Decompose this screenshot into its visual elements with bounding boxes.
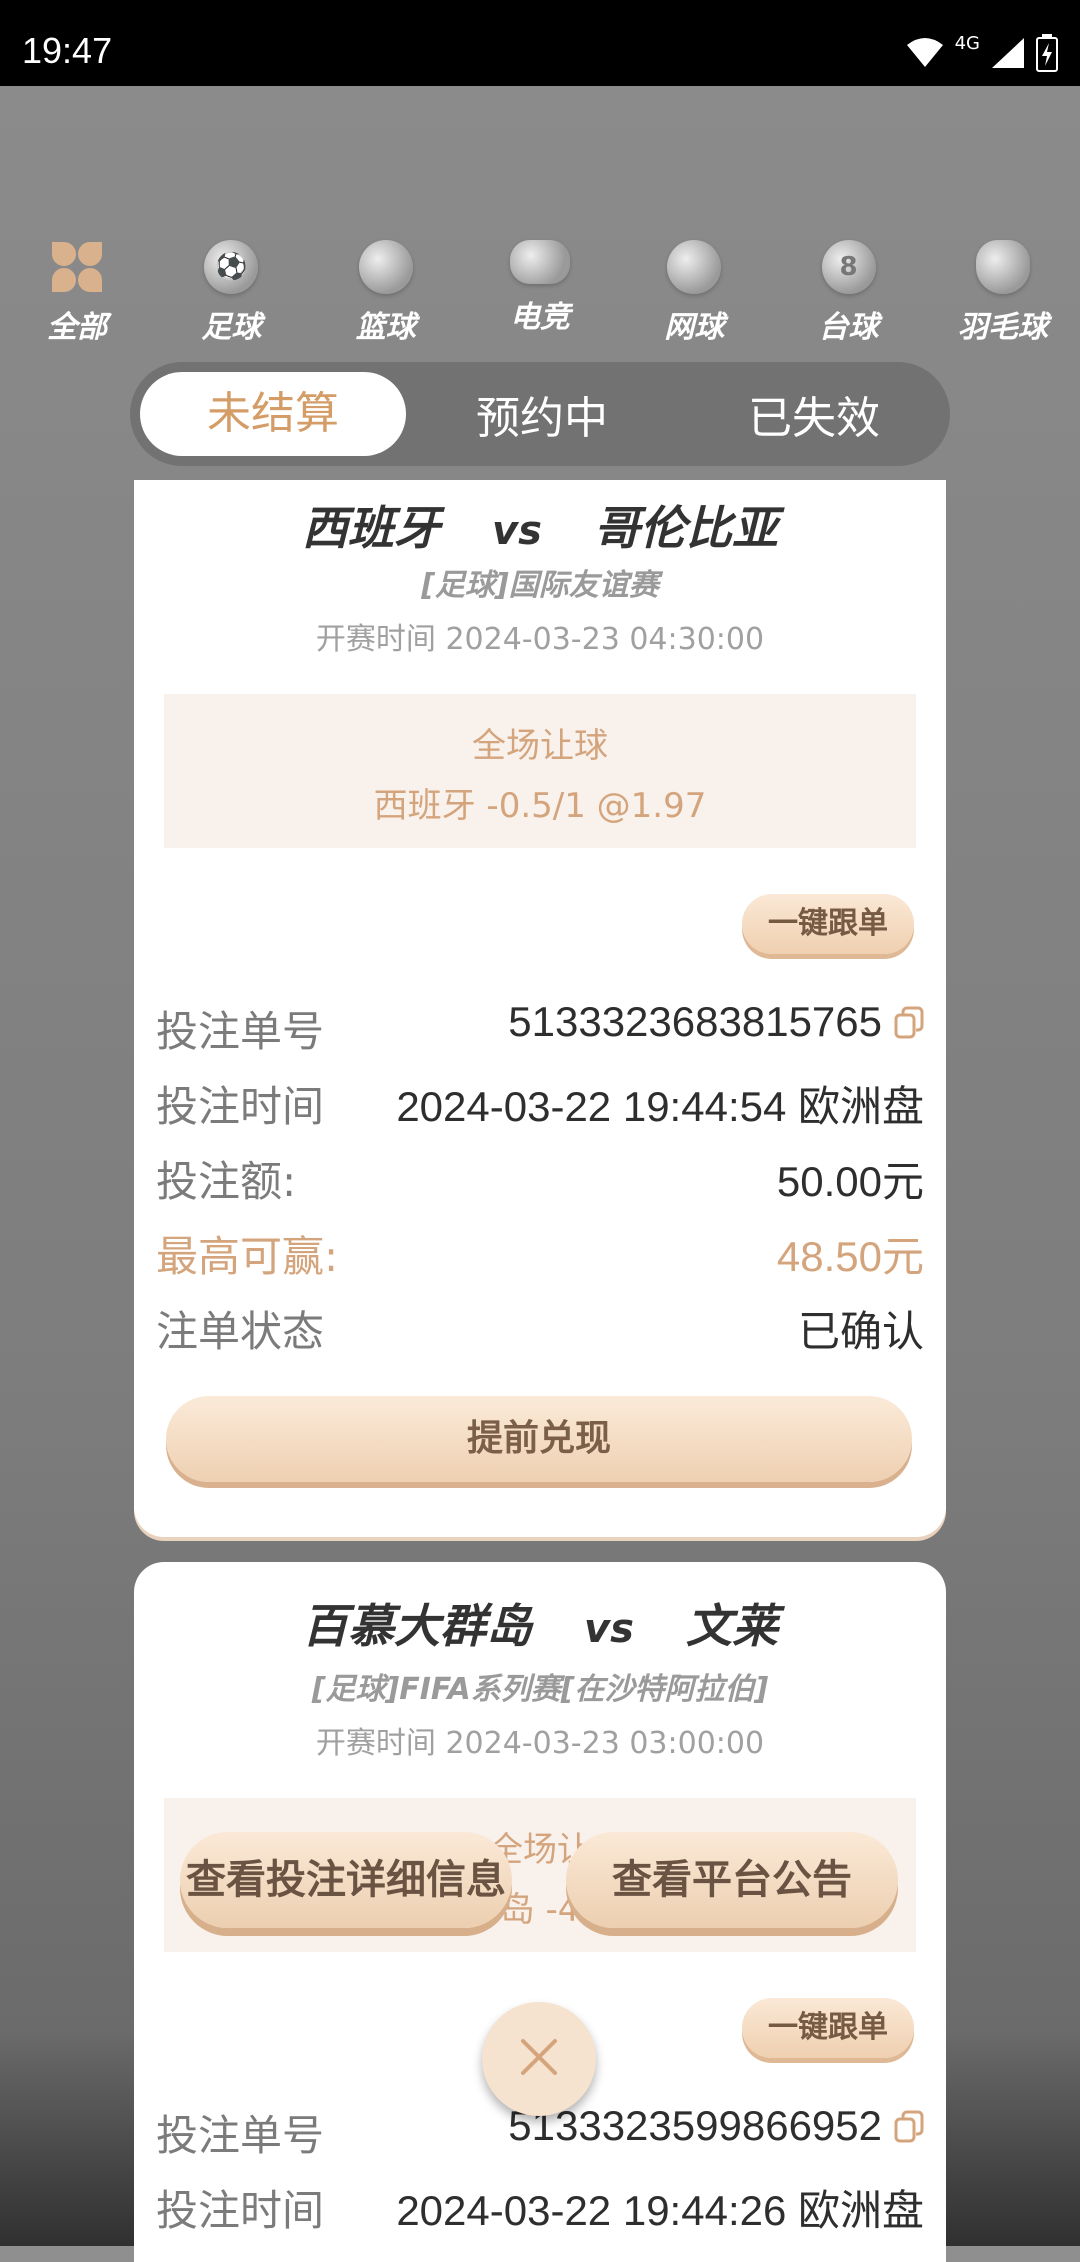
copy-icon[interactable] xyxy=(894,1002,924,1039)
row-label: 投注额: xyxy=(156,1157,297,1206)
basketball-icon xyxy=(358,240,413,294)
status-time: 19:47 xyxy=(22,30,113,71)
wifi-icon xyxy=(905,37,945,69)
row-label: 注单状态 xyxy=(156,1307,325,1356)
sport-categories: 全部 ⚽ 足球 篮球 电竞 网球 8 台球 羽毛球 xyxy=(0,240,1080,350)
row-value: 5133323599866952 xyxy=(508,2102,924,2150)
category-label: 网球 xyxy=(664,310,725,345)
tab-expired[interactable]: 已失效 xyxy=(678,382,950,446)
status-bar: 19:47 4G xyxy=(0,0,1080,86)
max-win-row: 最高可赢: 48.50元 xyxy=(156,1223,924,1283)
gamepad-icon xyxy=(509,240,570,284)
category-label: 篮球 xyxy=(355,310,416,345)
row-label: 最高可赢: xyxy=(156,1232,339,1281)
start-time: 开赛时间 2024-03-23 04:30:00 xyxy=(315,622,765,657)
category-basketball[interactable]: 篮球 xyxy=(309,240,463,350)
close-button[interactable] xyxy=(482,2002,596,2116)
away-team: 文莱 xyxy=(685,1599,778,1653)
tab-unsettled[interactable]: 未结算 xyxy=(140,372,406,456)
league-name: [足球]国际友谊赛 xyxy=(421,568,659,603)
bet-id-row: 投注单号 5133323683815765 xyxy=(156,998,924,1058)
vs-label: vs xyxy=(584,1606,634,1652)
start-time: 开赛时间 2024-03-23 03:00:00 xyxy=(315,1726,765,1761)
row-value: 2024-03-22 19:44:26 欧洲盘 xyxy=(396,2187,924,2234)
bet-card: 西班牙 vs 哥伦比亚 [足球]国际友谊赛 开赛时间 2024-03-23 04… xyxy=(134,480,946,1537)
home-team: 西班牙 xyxy=(302,501,441,555)
bet-pick: 西班牙 -0.5/1 @1.97 xyxy=(373,786,707,826)
category-billiards[interactable]: 8 台球 xyxy=(771,240,925,350)
category-badminton[interactable]: 羽毛球 xyxy=(926,240,1080,350)
match-title: 西班牙 vs 哥伦比亚 xyxy=(134,492,946,558)
bet-type: 全场让球 xyxy=(472,726,608,766)
soccer-icon: ⚽ xyxy=(204,240,259,294)
bet-amount-row: 投注额: 50.00元 xyxy=(156,1148,924,1208)
row-value: 50.00元 xyxy=(776,1158,924,1205)
bet-id-value: 5133323683815765 xyxy=(508,998,882,1045)
battery-icon xyxy=(1036,34,1058,72)
category-label: 全部 xyxy=(47,310,108,345)
status-icons: 4G xyxy=(905,30,1058,76)
home-team: 百慕大群岛 xyxy=(302,1599,533,1653)
billiards-icon: 8 xyxy=(821,240,876,294)
cashout-button[interactable]: 提前兑现 xyxy=(166,1396,912,1482)
category-label: 电竞 xyxy=(509,300,570,335)
bet-selection-box: 全场让球 西班牙 -0.5/1 @1.97 xyxy=(164,694,916,848)
bet-time-row: 投注时间 2024-03-22 19:44:54 欧洲盘 xyxy=(156,1073,924,1133)
away-team: 哥伦比亚 xyxy=(593,501,778,555)
view-bet-details-button[interactable]: 查看投注详细信息 xyxy=(180,1832,512,1928)
category-soccer[interactable]: ⚽ 足球 xyxy=(154,240,308,350)
bet-time-row: 投注时间 2024-03-22 19:44:26 欧洲盘 xyxy=(156,2177,924,2237)
category-tennis[interactable]: 网球 xyxy=(617,240,771,350)
category-esports[interactable]: 电竞 xyxy=(463,240,617,350)
row-label: 投注时间 xyxy=(156,2186,325,2235)
signal-icon xyxy=(990,36,1026,70)
row-value: 已确认 xyxy=(797,1308,924,1355)
close-icon xyxy=(519,2037,559,2081)
view-platform-notice-button[interactable]: 查看平台公告 xyxy=(566,1832,898,1928)
row-value: 5133323683815765 xyxy=(508,998,924,1046)
row-label: 投注单号 xyxy=(156,1007,325,1056)
category-label: 羽毛球 xyxy=(957,310,1048,345)
tennis-icon xyxy=(667,240,722,294)
category-all[interactable]: 全部 xyxy=(0,240,154,350)
network-type: 4G xyxy=(954,32,980,54)
tab-reserved[interactable]: 预约中 xyxy=(406,382,678,446)
vs-label: vs xyxy=(492,508,542,554)
follow-bet-button[interactable]: 一键跟单 xyxy=(742,1998,914,2058)
category-label: 台球 xyxy=(818,310,879,345)
copy-icon[interactable] xyxy=(894,2106,924,2143)
all-icon xyxy=(50,240,104,294)
row-value: 48.50元 xyxy=(776,1233,924,1280)
follow-bet-button[interactable]: 一键跟单 xyxy=(742,894,914,954)
row-label: 投注时间 xyxy=(156,1082,325,1131)
row-value: 2024-03-22 19:44:54 欧洲盘 xyxy=(396,1083,924,1130)
league-name: [足球]FIFA系列赛[在沙特阿拉伯] xyxy=(311,1672,769,1707)
category-label: 足球 xyxy=(201,310,262,345)
row-label: 投注单号 xyxy=(156,2111,325,2160)
bet-status-row: 注单状态 已确认 xyxy=(156,1298,924,1358)
badminton-icon xyxy=(975,240,1030,294)
status-tabs: 未结算 预约中 已失效 xyxy=(130,362,950,466)
match-title: 百慕大群岛 vs 文莱 xyxy=(134,1590,946,1656)
